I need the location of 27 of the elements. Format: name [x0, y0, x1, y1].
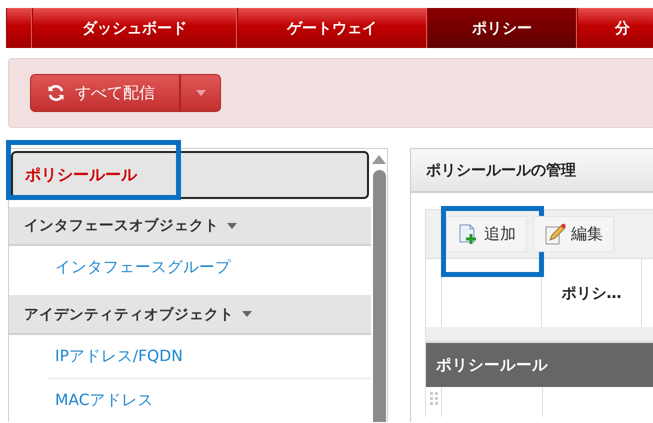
sidebar-link[interactable]: IPアドレス/FQDN	[55, 346, 183, 367]
refresh-icon	[47, 84, 65, 102]
sidebar-item[interactable]: ポリシールール	[11, 151, 369, 199]
group-label: アイデンティティオブジェクト	[24, 306, 234, 324]
group-row: ポリシールール	[426, 343, 653, 387]
sidebar-link[interactable]: インタフェースグループ	[55, 257, 231, 278]
nav-tab[interactable]: ダッシュボード	[32, 8, 237, 48]
sidebar-group-header[interactable]: アイデンティティオブジェクト	[9, 295, 371, 335]
add-document-icon	[457, 223, 479, 245]
sidebar-group-header[interactable]: インタフェースオブジェクト	[9, 207, 371, 246]
scroll-thumb[interactable]	[372, 170, 386, 422]
caret-icon	[196, 90, 206, 96]
edit-button[interactable]: 編集	[533, 216, 614, 252]
sidebar-link[interactable]: MACアドレス	[55, 390, 154, 411]
nav-tab[interactable]: 分	[577, 8, 653, 48]
caret-icon	[227, 222, 237, 229]
edit-document-icon	[544, 223, 566, 245]
add-button[interactable]: 追加	[446, 216, 527, 252]
nav-tab[interactable]: ポリシー	[427, 8, 577, 48]
drag-handle-icon[interactable]	[430, 392, 438, 406]
nav-tab[interactable]	[6, 8, 32, 48]
dropdown-button[interactable]	[180, 74, 221, 112]
deploy-all-button[interactable]: すべて配信	[30, 74, 180, 112]
scroll-up-icon[interactable]	[372, 155, 386, 164]
panel-title: ポリシールールの管理	[411, 149, 653, 193]
caret-icon	[242, 311, 252, 318]
group-label: インタフェースオブジェクト	[24, 216, 219, 236]
